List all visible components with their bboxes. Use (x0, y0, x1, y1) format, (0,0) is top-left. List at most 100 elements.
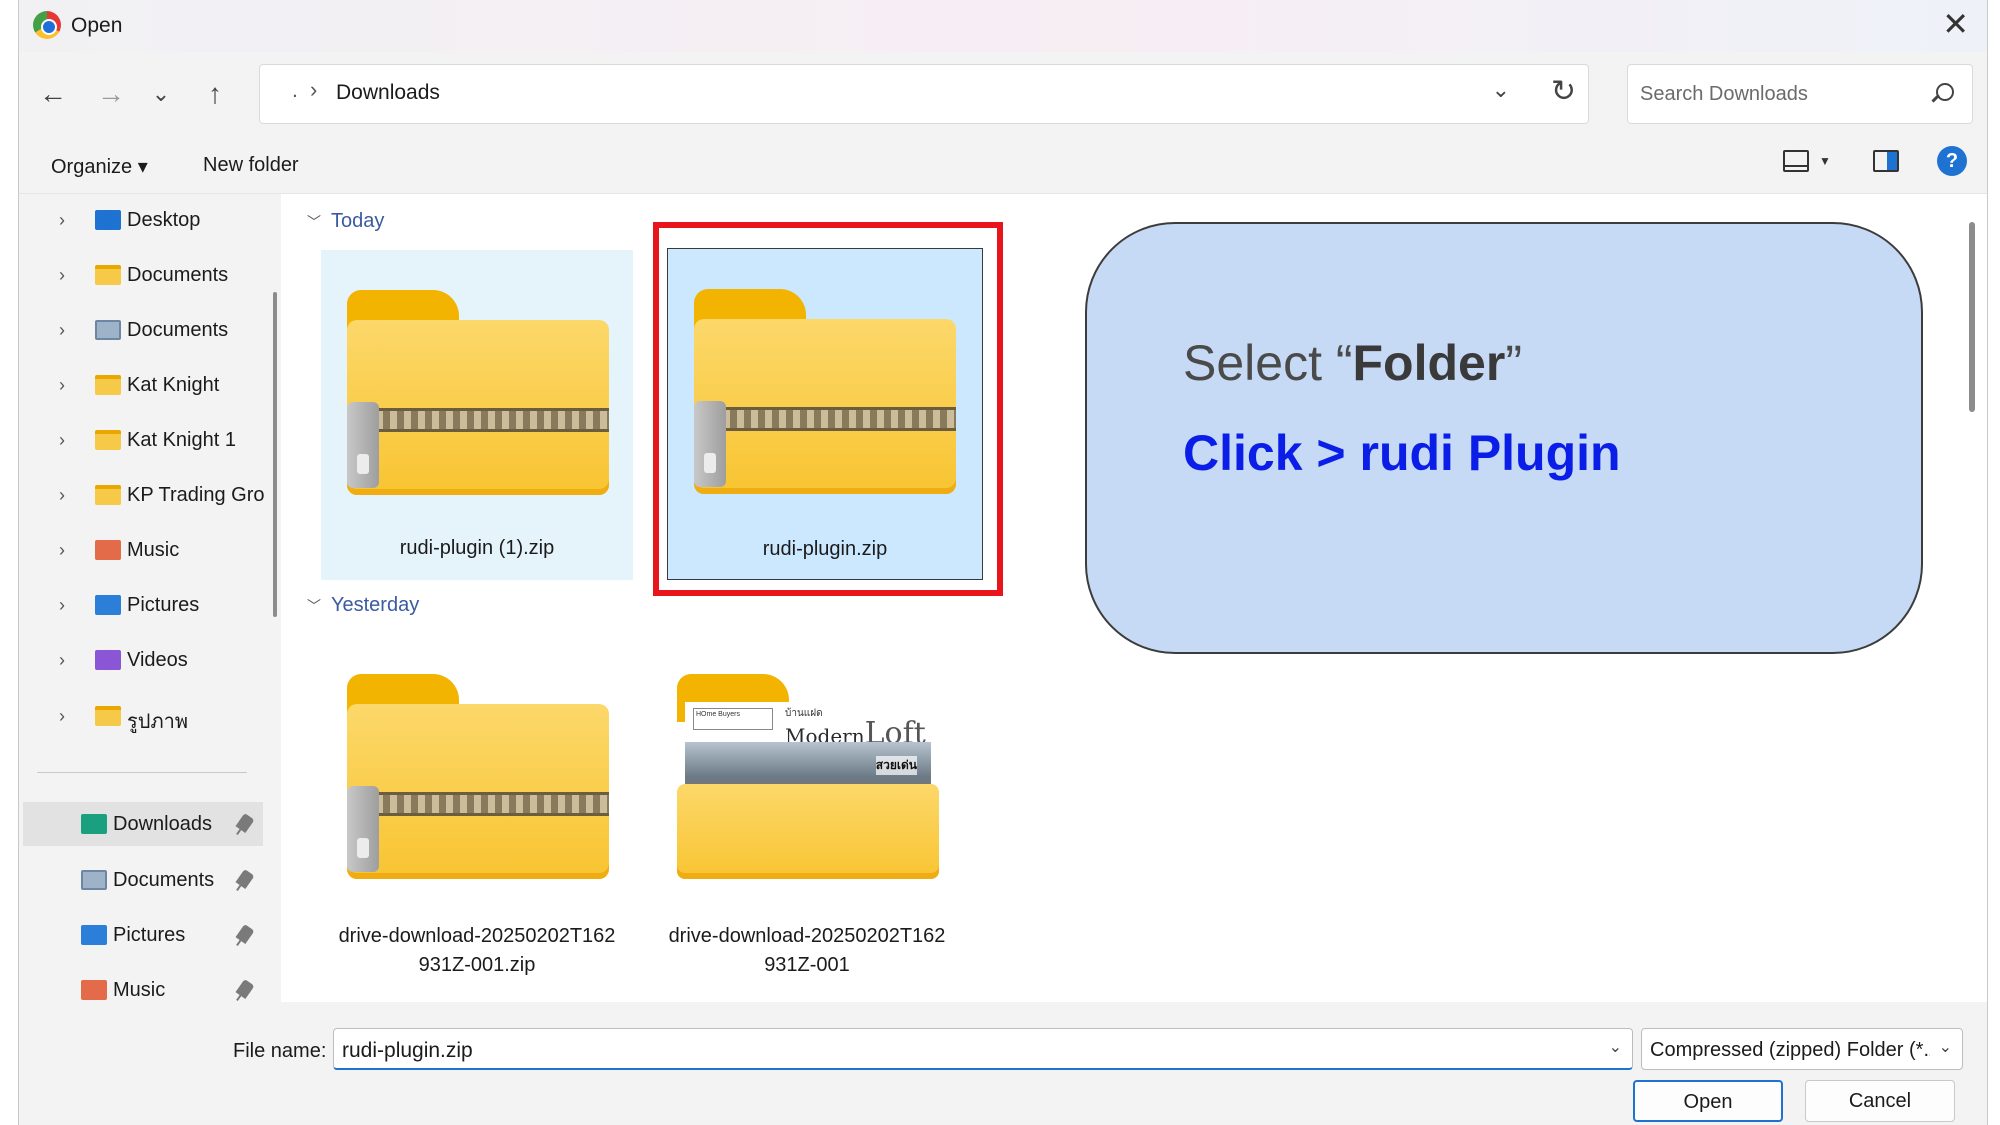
pin-icon[interactable] (235, 813, 255, 833)
file-name-line-1: drive-download-20250202T162 (668, 925, 946, 947)
sidebar-item-documents[interactable]: › Documents (19, 253, 281, 297)
new-folder-button[interactable]: New folder (203, 154, 299, 177)
file-name-value[interactable]: rudi-plugin.zip (342, 1039, 473, 1063)
dialog-title: Open (71, 14, 123, 37)
desktop-folder-icon (95, 210, 121, 230)
sidebar-item-desktop[interactable]: › Desktop (19, 198, 281, 242)
preview-pane-icon[interactable] (1873, 150, 1899, 172)
organize-menu-button[interactable]: Organize ▾ (51, 154, 148, 179)
chrome-app-icon (33, 11, 61, 39)
open-button[interactable]: Open (1633, 1080, 1783, 1122)
sidebar-item-music[interactable]: › Music (19, 528, 281, 572)
sidebar-item-label: Kat Knight (127, 374, 220, 396)
group-label: Today (331, 210, 385, 232)
folder-icon (95, 265, 121, 285)
file-type-value[interactable]: Compressed (zipped) Folder (*.z (1650, 1039, 1930, 1062)
thumbnail-logo: HOme Buyers (693, 708, 773, 730)
file-list: ﹀ Today rudi-plugin (1).zip rudi-plugin.z… (289, 194, 1969, 1002)
navigation-pane: › Desktop › Documents › Documents › Kat … (19, 194, 281, 1002)
sidebar-item-label: Documents (127, 264, 229, 286)
group-label: Yesterday (331, 594, 420, 616)
quick-access-pictures[interactable]: Pictures (23, 913, 263, 957)
sidebar-item-pictures[interactable]: › Pictures (19, 583, 281, 627)
chevron-down-icon[interactable]: ⌄ (1609, 1037, 1622, 1057)
up-arrow-icon[interactable]: ↑ (195, 74, 235, 114)
expand-chevron-icon[interactable]: › (59, 265, 65, 286)
sidebar-item-videos[interactable]: › Videos (19, 638, 281, 682)
expand-chevron-icon[interactable]: › (59, 595, 65, 616)
search-icon[interactable] (1936, 83, 1954, 101)
breadcrumb-downloads[interactable]: Downloads (336, 81, 440, 105)
collapse-chevron-icon[interactable]: ﹀ (307, 596, 321, 616)
cancel-button[interactable]: Cancel (1805, 1080, 1955, 1122)
expand-chevron-icon[interactable]: › (59, 650, 65, 671)
sidebar-item-label: Downloads (113, 813, 212, 835)
file-tile[interactable]: rudi-plugin (1).zip (321, 250, 633, 580)
content-scrollbar[interactable] (1969, 222, 1975, 412)
search-input[interactable]: Search Downloads (1640, 83, 1808, 106)
pin-icon[interactable] (235, 924, 255, 944)
callout-line-2: Click > rudi Plugin (1183, 425, 1621, 481)
sidebar-item-label: รูปภาพ (127, 711, 189, 733)
sidebar-item-label: KP Trading Gro (127, 484, 265, 506)
file-tile[interactable]: drive-download-20250202T162 931Z-001.zip (321, 634, 633, 994)
back-arrow-icon[interactable]: ← (33, 74, 73, 114)
expand-chevron-icon[interactable]: › (59, 210, 65, 231)
instruction-callout: Select “Folder” Click > rudi Plugin (1085, 222, 1923, 654)
search-box[interactable]: Search Downloads (1627, 64, 1973, 124)
thumbnail-tag: สวยเด่น (875, 756, 917, 775)
pin-icon[interactable] (235, 979, 255, 999)
quick-access-music[interactable]: Music (23, 968, 263, 1002)
sidebar-item-label: Pictures (127, 594, 200, 616)
dialog-footer: File name: rudi-plugin.zip ⌄ Compressed … (19, 1002, 1987, 1125)
folder-icon (95, 485, 121, 505)
expand-chevron-icon[interactable]: › (59, 485, 65, 506)
sidebar-item-kat-knight[interactable]: › Kat Knight (19, 363, 281, 407)
expand-chevron-icon[interactable]: › (59, 320, 65, 341)
address-root[interactable]: . (292, 79, 298, 103)
sidebar-item-documents-library[interactable]: › Documents (19, 308, 281, 352)
forward-arrow-icon[interactable]: → (91, 74, 131, 114)
help-icon[interactable]: ? (1937, 146, 1967, 176)
pin-icon[interactable] (235, 869, 255, 889)
sidebar-item-kp-trading[interactable]: › KP Trading Gro (19, 473, 281, 517)
sidebar-item-thai-pictures[interactable]: › รูปภาพ (19, 694, 281, 738)
expand-chevron-icon[interactable]: › (59, 375, 65, 396)
file-tile[interactable]: HOme Buyers บ้านแฝด ModernLoft สวยเด่น d… (651, 634, 963, 994)
collapse-chevron-icon[interactable]: ﹀ (307, 212, 321, 232)
sidebar-item-label: Videos (127, 649, 188, 671)
sidebar-item-label: Kat Knight 1 (127, 429, 236, 451)
address-dropdown-chevron-icon[interactable]: ⌄ (1492, 77, 1510, 103)
music-icon (95, 540, 121, 560)
sidebar-item-kat-knight-1[interactable]: › Kat Knight 1 (19, 418, 281, 462)
sidebar-scrollbar[interactable] (273, 292, 277, 617)
quick-access-downloads[interactable]: Downloads (23, 802, 263, 846)
file-name-label: File name: (233, 1040, 327, 1062)
view-options-caret-icon[interactable]: ▼ (1819, 154, 1831, 168)
recent-locations-chevron-icon[interactable]: ⌄ (141, 74, 181, 114)
folder-icon (95, 706, 121, 726)
open-file-dialog: Open ✕ ← → ⌄ ↑ . › Downloads ⌄ ↻ Search … (18, 0, 1988, 1125)
group-header-today[interactable]: ﹀ Today (307, 210, 384, 233)
zip-folder-icon (347, 290, 609, 495)
folder-icon (95, 430, 121, 450)
sidebar-item-label: Desktop (127, 209, 201, 231)
breadcrumb-chevron-icon: › (310, 77, 318, 102)
sidebar-item-label: Documents (113, 869, 215, 891)
expand-chevron-icon[interactable]: › (59, 706, 65, 727)
address-bar[interactable]: . › Downloads ⌄ ↻ (259, 64, 1589, 124)
close-icon[interactable]: ✕ (1942, 8, 1969, 40)
chevron-down-icon[interactable]: ⌄ (1939, 1037, 1952, 1057)
zip-folder-icon (347, 674, 609, 879)
folder-with-preview-icon: HOme Buyers บ้านแฝด ModernLoft สวยเด่น (677, 674, 939, 879)
file-type-select[interactable]: Compressed (zipped) Folder (*.z ⌄ (1641, 1028, 1963, 1070)
expand-chevron-icon[interactable]: › (59, 430, 65, 451)
pictures-icon (95, 595, 121, 615)
expand-chevron-icon[interactable]: › (59, 540, 65, 561)
refresh-icon[interactable]: ↻ (1551, 74, 1576, 109)
quick-access-documents[interactable]: Documents (23, 858, 263, 902)
change-view-icon[interactable] (1783, 150, 1809, 172)
file-name-field[interactable]: rudi-plugin.zip ⌄ (333, 1028, 1633, 1070)
group-header-yesterday[interactable]: ﹀ Yesterday (307, 594, 419, 617)
folder-icon (95, 375, 121, 395)
